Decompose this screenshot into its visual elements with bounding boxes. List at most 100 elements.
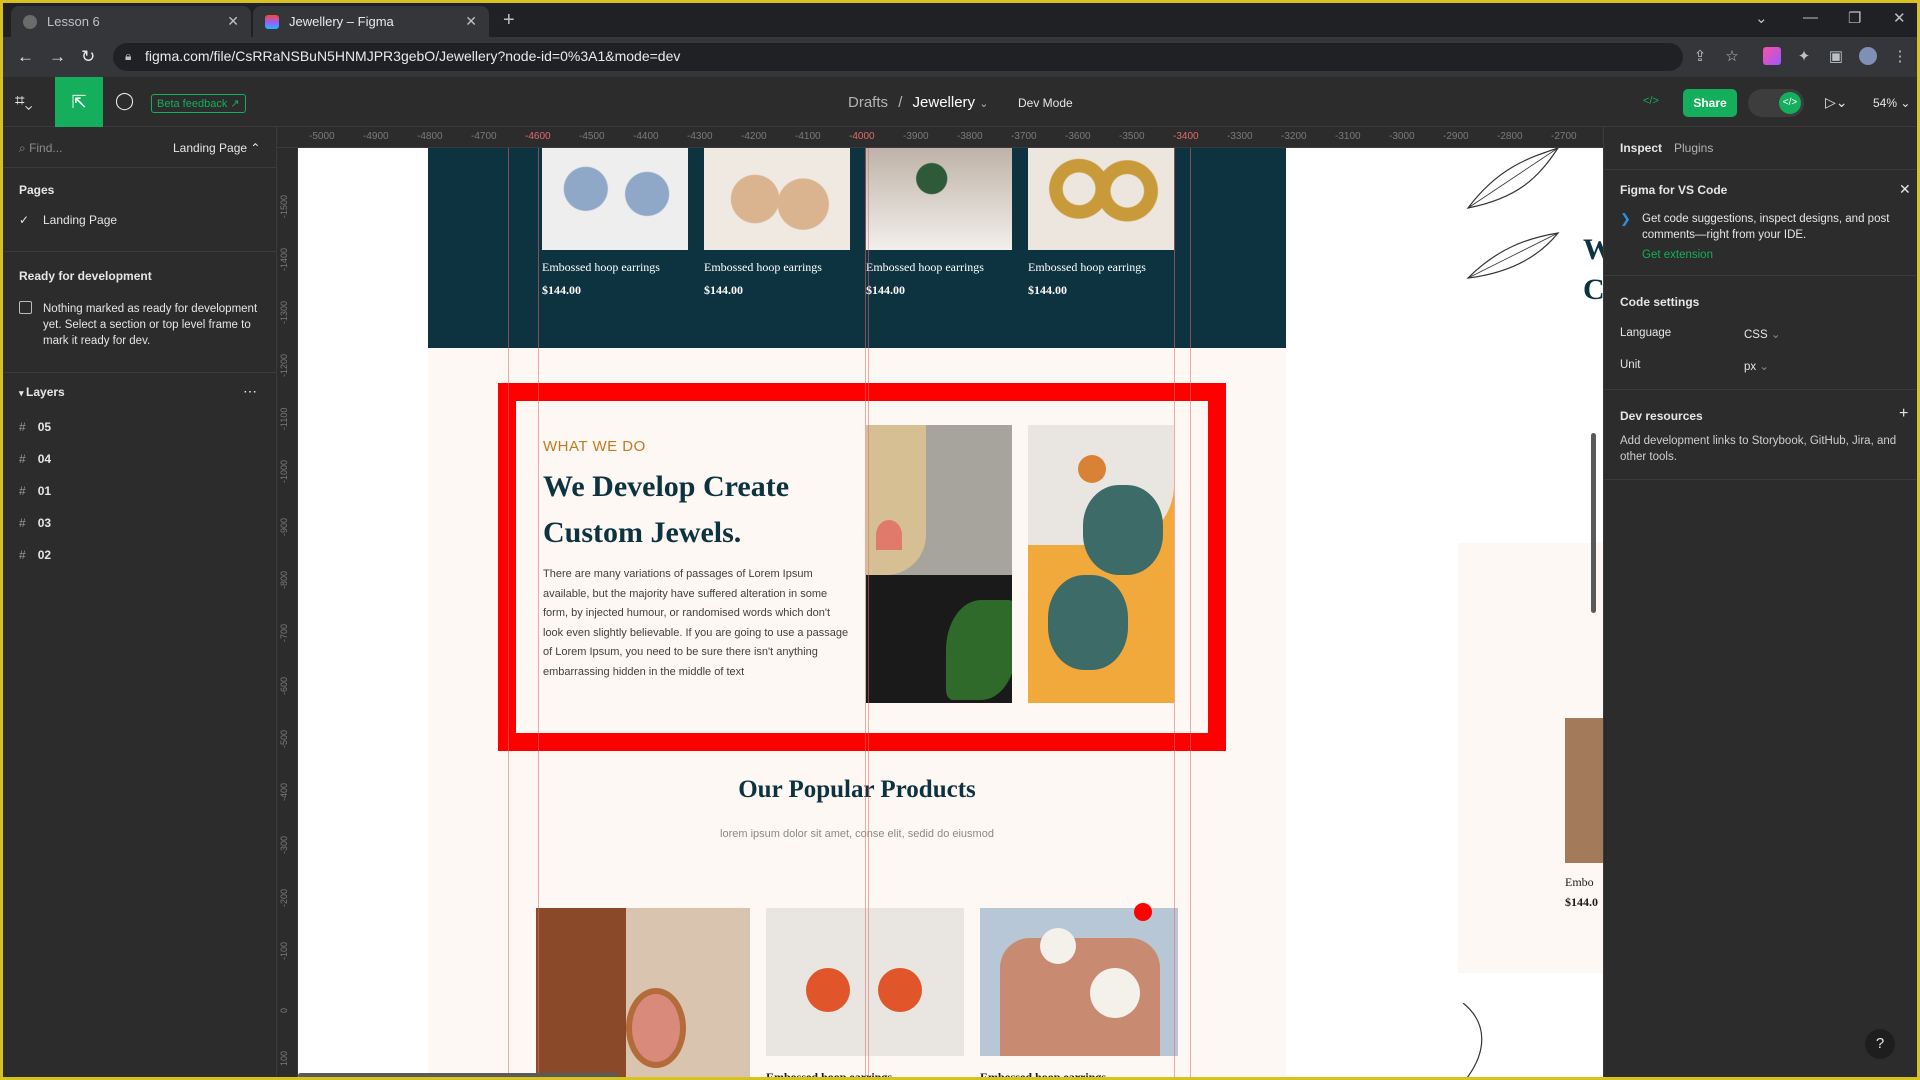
file-name[interactable]: Jewellery [913,94,976,111]
beta-feedback-button[interactable]: Beta feedback ↗ [151,94,246,113]
earring-shape [1090,968,1140,1018]
sidepanel-icon[interactable]: ▣ [1827,47,1845,65]
ruler-tick-label: -3600 [1065,131,1091,142]
earring-shape [1040,928,1076,964]
chevron-down-icon[interactable]: ⌄ [979,98,988,110]
move-tool-icon[interactable]: ⇱ [55,77,103,127]
chevron-down-icon: ⌄ [1759,361,1769,373]
ruler-tick-label: -2800 [1497,131,1523,142]
product-name: Embossed hoop earrings [766,1070,893,1080]
design-canvas[interactable]: Embossed hoop earrings $144.00 Embossed … [298,148,1603,1080]
breadcrumb-drafts[interactable]: Drafts [848,94,888,111]
page-selector[interactable]: Landing Page ⌃ [173,141,260,155]
layer-label: 01 [37,484,52,498]
layers-heading[interactable]: ▾ Layers [19,385,65,399]
ruler-tick-label: -100 [279,941,289,960]
more-options-icon[interactable]: ⋯ [243,383,257,400]
vertical-scrollbar[interactable] [1591,433,1596,613]
layer-item[interactable]: #04 [19,452,51,466]
present-play-icon[interactable]: ▷⌄ [1825,94,1848,111]
layer-item[interactable]: #05 [19,420,51,434]
hair-shape [536,908,626,1077]
bookmark-star-icon[interactable]: ☆ [1723,47,1741,65]
zoom-value: 54% [1873,96,1898,110]
reload-icon[interactable]: ↻ [81,47,95,67]
figma-toolbar: ⌗⌄ ⇱ ◯ Beta feedback ↗ Drafts / Jeweller… [3,77,1917,127]
figma-menu-icon[interactable]: ⌗⌄ [15,91,33,111]
frame-icon: # [19,420,26,434]
tab-plugins[interactable]: Plugins [1674,141,1713,155]
ruler-tick-label: 0 [279,1007,289,1013]
ruler-tick-label: -500 [279,729,289,748]
avatar[interactable] [1859,47,1877,65]
product-price: $144.00 [542,283,581,297]
minimize-icon[interactable]: — [1803,9,1818,26]
frame-icon: # [19,484,26,498]
close-icon[interactable]: ✕ [465,13,477,30]
ruler-tick-label: -3200 [1281,131,1307,142]
share-page-icon[interactable]: ⇪ [1691,47,1709,65]
product-name: Embossed hoop earrings [866,260,984,274]
forward-icon[interactable]: → [49,47,66,67]
ruler-tick-label: -4600 [525,131,551,142]
comment-icon[interactable]: ◯ [115,91,134,111]
url-field[interactable]: 🔒︎ figma.com/file/CsRRaNSBuN5HNMJPR3gebO… [113,43,1683,71]
frame-icon: # [19,516,26,530]
tab-search-icon[interactable]: ⌄ [1755,9,1768,27]
divider [3,167,277,168]
ruler-tick-label: -400 [279,782,289,801]
tab-inspect[interactable]: Inspect [1620,141,1662,155]
help-icon[interactable]: ? [1865,1029,1895,1059]
divider [1604,479,1917,480]
layout-guide [1174,148,1175,1077]
layer-item[interactable]: #02 [19,548,51,562]
back-icon[interactable]: ← [17,47,34,67]
tab-jewellery-figma[interactable]: Jewellery – Figma ✕ [253,6,489,37]
share-button[interactable]: Share [1683,89,1737,117]
product-price: $144.00 [704,283,743,297]
layer-label: 05 [37,420,52,434]
page-selector-label: Landing Page [173,141,248,155]
ready-for-dev-icon [19,301,32,314]
dev-mode-toggle[interactable]: </> [1748,89,1804,117]
ruler-tick-label: -1200 [279,353,289,377]
ruler-tick-label: -5000 [309,131,335,142]
earring-shape [878,968,922,1012]
new-tab-icon[interactable]: + [503,9,515,32]
layer-label: 02 [37,548,52,562]
unit-select[interactable]: px ⌄ [1744,359,1769,373]
window-close-icon[interactable]: ✕ [1893,9,1906,27]
ruler-tick-label: -4700 [471,131,497,142]
get-extension-link[interactable]: Get extension [1642,249,1713,261]
layer-item[interactable]: #03 [19,516,51,530]
divider [1604,169,1917,170]
ruler-tick-label: -4800 [417,131,443,142]
close-icon[interactable]: ✕ [1899,181,1911,198]
close-icon[interactable]: ✕ [227,13,239,30]
browser-tab-bar: Lesson 6 ✕ Jewellery – Figma ✕ + ⌄ — ❐ ✕ [3,3,1917,37]
puzzle-icon[interactable]: ✦ [1795,47,1813,65]
menu-dots-icon[interactable]: ⋮ [1891,47,1909,65]
page-item-landing[interactable]: Landing Page [43,213,117,227]
adjacent-frame: W C Embo $144.0 [1458,148,1603,1077]
vscode-title: Figma for VS Code [1620,183,1728,197]
extension-icon[interactable] [1763,47,1781,65]
layer-item[interactable]: #01 [19,484,51,498]
product-name: Embossed hoop earrings [704,260,822,274]
find-input[interactable]: ⌕ Find... [19,141,62,156]
language-select[interactable]: CSS ⌄ [1744,327,1781,341]
address-bar: ← → ↻ 🔒︎ figma.com/file/CsRRaNSBuN5HNMJP… [3,37,1917,77]
tab-lesson-6[interactable]: Lesson 6 ✕ [11,6,251,37]
zoom-level[interactable]: 54% ⌄ [1873,96,1910,110]
product-card: Embossed hoop earrings $144.00 [542,148,688,298]
ruler-tick-label: -3400 [1173,131,1199,142]
frame-icon: # [19,452,26,466]
tab-label: Jewellery – Figma [289,14,394,29]
ready-heading: Ready for development [19,269,152,283]
breadcrumb: Drafts / Jewellery ⌄ [848,94,988,111]
ruler-tick-label: -900 [279,517,289,536]
horizontal-scrollbar[interactable] [298,1073,618,1077]
restore-icon[interactable]: ❐ [1848,9,1861,27]
add-icon[interactable]: + [1899,405,1908,423]
code-icon[interactable]: </> [1643,95,1659,107]
